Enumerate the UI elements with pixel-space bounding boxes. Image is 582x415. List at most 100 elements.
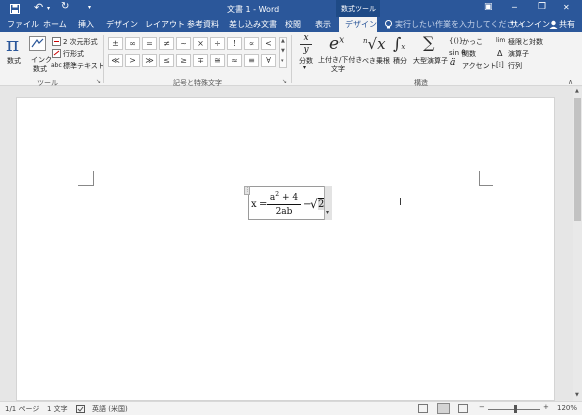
tab-mailings[interactable]: 差し込み文書: [229, 19, 277, 30]
integral-button[interactable]: 積分: [393, 56, 407, 66]
proofing-icon[interactable]: [76, 405, 85, 413]
tools-dialog-launcher-icon[interactable]: ↘: [96, 78, 101, 85]
tab-insert[interactable]: 挿入: [78, 19, 94, 30]
symbol-button[interactable]: ≡: [244, 54, 259, 67]
equation-numerator: a2 + 4: [268, 191, 300, 203]
bracket-button[interactable]: かっこ: [462, 37, 483, 47]
redo-icon[interactable]: ↻: [61, 1, 69, 12]
customize-qat-icon[interactable]: ▾: [88, 4, 91, 11]
symbol-button[interactable]: ≥: [176, 54, 191, 67]
symbol-button[interactable]: ∓: [193, 54, 208, 67]
ribbon-tabs: ファイル ホーム 挿入 デザイン レイアウト 参考資料 差し込み文書 校閲 表示…: [0, 17, 582, 32]
tab-equation-design[interactable]: デザイン: [339, 17, 377, 32]
language-indicator[interactable]: 英語 (米国): [92, 404, 128, 414]
tab-review[interactable]: 校閲: [285, 19, 301, 30]
radical-button[interactable]: べき乗根: [362, 56, 390, 66]
symbol-button[interactable]: ∞: [125, 37, 140, 50]
symbol-button[interactable]: ×: [193, 37, 208, 50]
tab-file[interactable]: ファイル: [7, 19, 39, 30]
accent-button[interactable]: アクセント: [462, 61, 497, 71]
equation-box[interactable]: ⋮ x = a2 + 4 2ab − √ 2b ▾: [244, 186, 332, 220]
web-layout-icon[interactable]: [458, 404, 468, 413]
symbols-dialog-launcher-icon[interactable]: ↘: [282, 78, 287, 85]
zoom-out-button[interactable]: −: [479, 403, 485, 411]
page-count[interactable]: 1/1 ページ: [5, 404, 39, 414]
tab-design[interactable]: デザイン: [106, 19, 138, 30]
script-icon: ex: [329, 34, 345, 54]
limit-log-button[interactable]: 極限と対数: [508, 37, 543, 47]
ribbon-display-options-icon[interactable]: ▣: [484, 2, 493, 12]
document-page[interactable]: [16, 97, 555, 401]
equation-denominator: 2ab: [275, 207, 293, 217]
tab-view[interactable]: 表示: [315, 19, 331, 30]
restore-icon[interactable]: ❐: [538, 2, 546, 12]
fraction-dropdown-icon[interactable]: ▾: [303, 64, 306, 71]
signin-link[interactable]: サインイン: [510, 19, 550, 30]
symbol-button[interactable]: ≫: [142, 54, 157, 67]
radical-icon: n√x: [363, 35, 386, 53]
word-count[interactable]: 1 文字: [47, 404, 68, 414]
large-operator-button[interactable]: 大型演算子: [413, 56, 448, 66]
undo-icon[interactable]: ↶: [34, 1, 43, 14]
context-tab-label: 数式ツール: [341, 5, 376, 13]
linear-format-button[interactable]: 行形式: [63, 49, 84, 59]
integral-icon: ∫x: [393, 34, 406, 53]
tab-layout[interactable]: レイアウト: [145, 19, 185, 30]
vertical-scrollbar[interactable]: ▲ ▼: [573, 87, 582, 401]
symbol-button[interactable]: ±: [108, 37, 123, 50]
undo-dropdown-icon[interactable]: ▾: [47, 5, 50, 12]
operator-icon: Δ: [497, 49, 503, 58]
accent-icon: ä: [450, 58, 456, 68]
symbol-button[interactable]: ∝: [244, 37, 259, 50]
scroll-down-icon[interactable]: ▼: [575, 392, 579, 398]
symbol-button[interactable]: ≈: [227, 54, 242, 67]
symbol-button[interactable]: ≅: [210, 54, 225, 67]
symbol-button[interactable]: ÷: [210, 37, 225, 50]
symbol-button[interactable]: ∀: [261, 54, 276, 67]
normal-text-button[interactable]: 標準テキスト: [63, 61, 105, 71]
function-button[interactable]: 関数: [462, 49, 476, 59]
symbol-button[interactable]: ≪: [108, 54, 123, 67]
symbol-button[interactable]: >: [125, 54, 140, 67]
operator-button[interactable]: 演算子: [508, 49, 529, 59]
fraction-icon: x y: [298, 34, 314, 56]
save-icon[interactable]: [10, 4, 20, 14]
professional-format-icon: [52, 37, 61, 46]
tab-home[interactable]: ホーム: [43, 19, 67, 30]
symbol-button[interactable]: =: [142, 37, 157, 50]
equation-handle-icon[interactable]: ⋮: [244, 186, 250, 195]
minimize-icon[interactable]: ─: [512, 3, 517, 12]
numerator-rest: + 4: [279, 193, 299, 203]
symbol-gallery-scroll[interactable]: ▲ ▼ ▾: [279, 37, 287, 68]
margin-mark-left: [78, 171, 94, 186]
print-layout-icon[interactable]: [437, 403, 450, 414]
equation-options-button[interactable]: ▾: [324, 186, 332, 220]
share-icon[interactable]: [549, 20, 558, 29]
symbol-button[interactable]: ≤: [159, 54, 174, 67]
read-mode-icon[interactable]: [418, 404, 428, 413]
tab-references[interactable]: 参考資料: [187, 19, 219, 30]
ink-equation-icon[interactable]: [29, 36, 46, 51]
tab-equation-design-label: デザイン: [345, 20, 377, 29]
zoom-level[interactable]: 120%: [557, 404, 577, 412]
share-button[interactable]: 共有: [559, 19, 575, 30]
zoom-in-button[interactable]: +: [543, 403, 549, 411]
equation-button[interactable]: 数式: [7, 56, 21, 66]
group-separator: [291, 35, 292, 83]
professional-format-button[interactable]: 2 次元形式: [63, 37, 98, 47]
collapse-ribbon-icon[interactable]: ∧: [568, 78, 573, 86]
scroll-up-icon[interactable]: ▲: [575, 88, 579, 94]
symbol-button[interactable]: !: [227, 37, 242, 50]
matrix-button[interactable]: 行列: [508, 61, 522, 71]
zoom-slider-thumb[interactable]: [514, 405, 517, 413]
equation-lhs: x: [251, 199, 257, 210]
matrix-icon: [⁞]: [496, 61, 504, 69]
symbol-button[interactable]: ~: [176, 37, 191, 50]
symbol-button[interactable]: ≠: [159, 37, 174, 50]
equation-pi-icon[interactable]: π: [6, 32, 19, 56]
scroll-thumb[interactable]: [574, 98, 581, 221]
linear-format-icon: [52, 49, 61, 58]
ribbon: π 数式 インク 数式 2 次元形式 行形式 abc 標準テキスト ツール ↘ …: [0, 32, 582, 87]
close-icon[interactable]: ✕: [563, 3, 570, 12]
symbol-button[interactable]: <: [261, 37, 276, 50]
